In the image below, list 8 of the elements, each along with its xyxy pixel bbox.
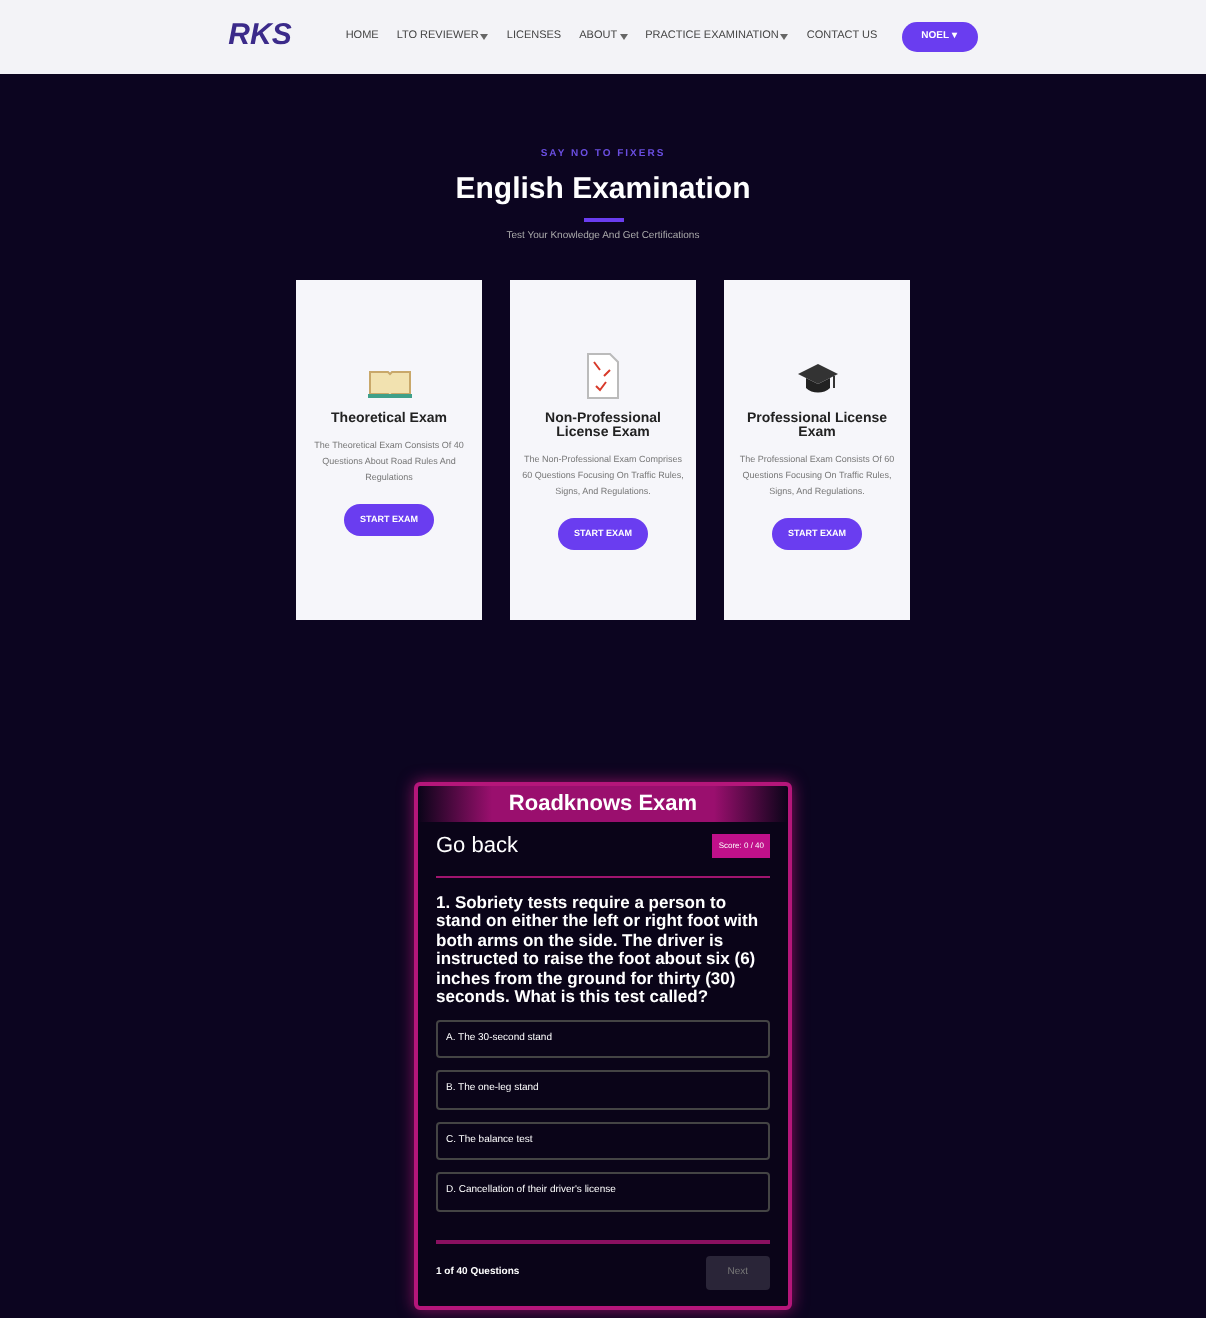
book-icon	[367, 369, 411, 399]
question-text: 1. Sobriety tests require a person to stand on either the left or right foot with both arms on the side. The driver is instructed to raise the foot about six (6) inches from the ground for thirty (30) seconds. What is this test called?	[436, 893, 761, 1007]
logo[interactable]: RKS	[228, 14, 292, 60]
document-icon	[586, 351, 620, 399]
title-underline	[583, 218, 623, 222]
go-back-link[interactable]: Go back	[436, 830, 518, 863]
page-title: English Examination	[455, 169, 751, 209]
quiz-title: Roadknows Exam	[418, 785, 788, 822]
